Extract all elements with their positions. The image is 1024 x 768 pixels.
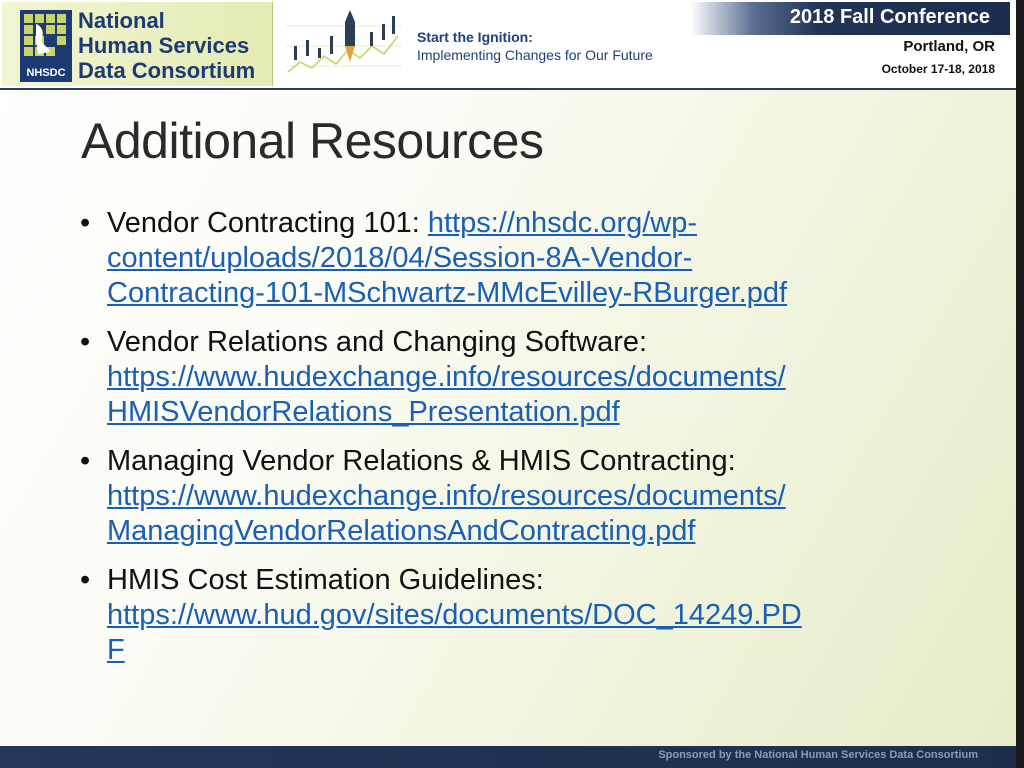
conference-banner: 2018 Fall Conference xyxy=(690,2,1010,35)
bullet-icon: • xyxy=(80,445,91,477)
nhsdc-logo-mark-icon: NHSDC xyxy=(20,10,72,82)
list-item: • Managing Vendor Relations & HMIS Contr… xyxy=(80,444,950,549)
logo-line-3: Data Consortium xyxy=(78,58,256,83)
logo-line-1: National xyxy=(78,8,165,33)
resource-link[interactable]: ManagingVendorRelationsAndContracting.pd… xyxy=(107,514,950,549)
resource-line: Vendor Contracting 101: https://nhsdc.or… xyxy=(107,206,950,241)
resource-label: Managing Vendor Relations & HMIS Contrac… xyxy=(107,445,736,477)
resource-label: HMIS Cost Estimation Guidelines: xyxy=(107,564,544,596)
conference-tagline: Start the Ignition: Implementing Changes… xyxy=(417,28,653,64)
footer-sponsor-text: Sponsored by the National Human Services… xyxy=(658,749,978,761)
slide-title: Additional Resources xyxy=(81,113,544,169)
logo-mark-text: NHSDC xyxy=(26,67,65,79)
window-edge xyxy=(1016,0,1024,768)
resource-link[interactable]: content/uploads/2018/04/Session-8A-Vendo… xyxy=(107,241,950,276)
list-item: • HMIS Cost Estimation Guidelines: https… xyxy=(80,563,950,668)
resource-link[interactable]: https://www.hudexchange.info/resources/d… xyxy=(107,360,950,395)
resource-link[interactable]: F xyxy=(107,633,950,668)
resource-label: Vendor Contracting 101: xyxy=(107,207,428,239)
list-item: • Vendor Relations and Changing Software… xyxy=(80,325,950,430)
bullet-icon: • xyxy=(80,326,91,358)
bullet-icon: • xyxy=(80,207,91,239)
resource-list: • Vendor Contracting 101: https://nhsdc.… xyxy=(80,206,950,682)
conference-title: 2018 Fall Conference xyxy=(789,6,990,28)
resource-label: Vendor Relations and Changing Software: xyxy=(107,326,648,358)
conference-city: Portland, OR xyxy=(903,38,995,55)
resource-link[interactable]: https://www.hudexchange.info/resources/d… xyxy=(107,479,950,514)
logo-line-2: Human Services xyxy=(78,33,250,58)
slide-footer: Sponsored by the National Human Services… xyxy=(0,746,1016,768)
resource-link[interactable]: Contracting-101-MSchwartz-MMcEvilley-RBu… xyxy=(107,276,950,311)
logo-wordmark: National Human Services Data Consortium xyxy=(78,8,255,83)
resource-link[interactable]: HMISVendorRelations_Presentation.pdf xyxy=(107,395,950,430)
list-item: • Vendor Contracting 101: https://nhsdc.… xyxy=(80,206,950,311)
resource-link[interactable]: https://www.hud.gov/sites/documents/DOC_… xyxy=(107,598,950,633)
resource-link[interactable]: https://nhsdc.org/wp- xyxy=(428,207,697,239)
bullet-icon: • xyxy=(80,564,91,596)
tagline-line-2: Implementing Changes for Our Future xyxy=(417,47,653,63)
conference-dates: October 17-18, 2018 xyxy=(881,62,995,76)
tagline-line-1: Start the Ignition: xyxy=(417,29,533,45)
slide: NHSDC National Human Services Data Conso… xyxy=(0,0,1016,768)
slide-header: NHSDC National Human Services Data Conso… xyxy=(0,0,1016,90)
nhsdc-logo: NHSDC National Human Services Data Conso… xyxy=(2,2,273,86)
rocket-chart-icon xyxy=(286,10,402,73)
